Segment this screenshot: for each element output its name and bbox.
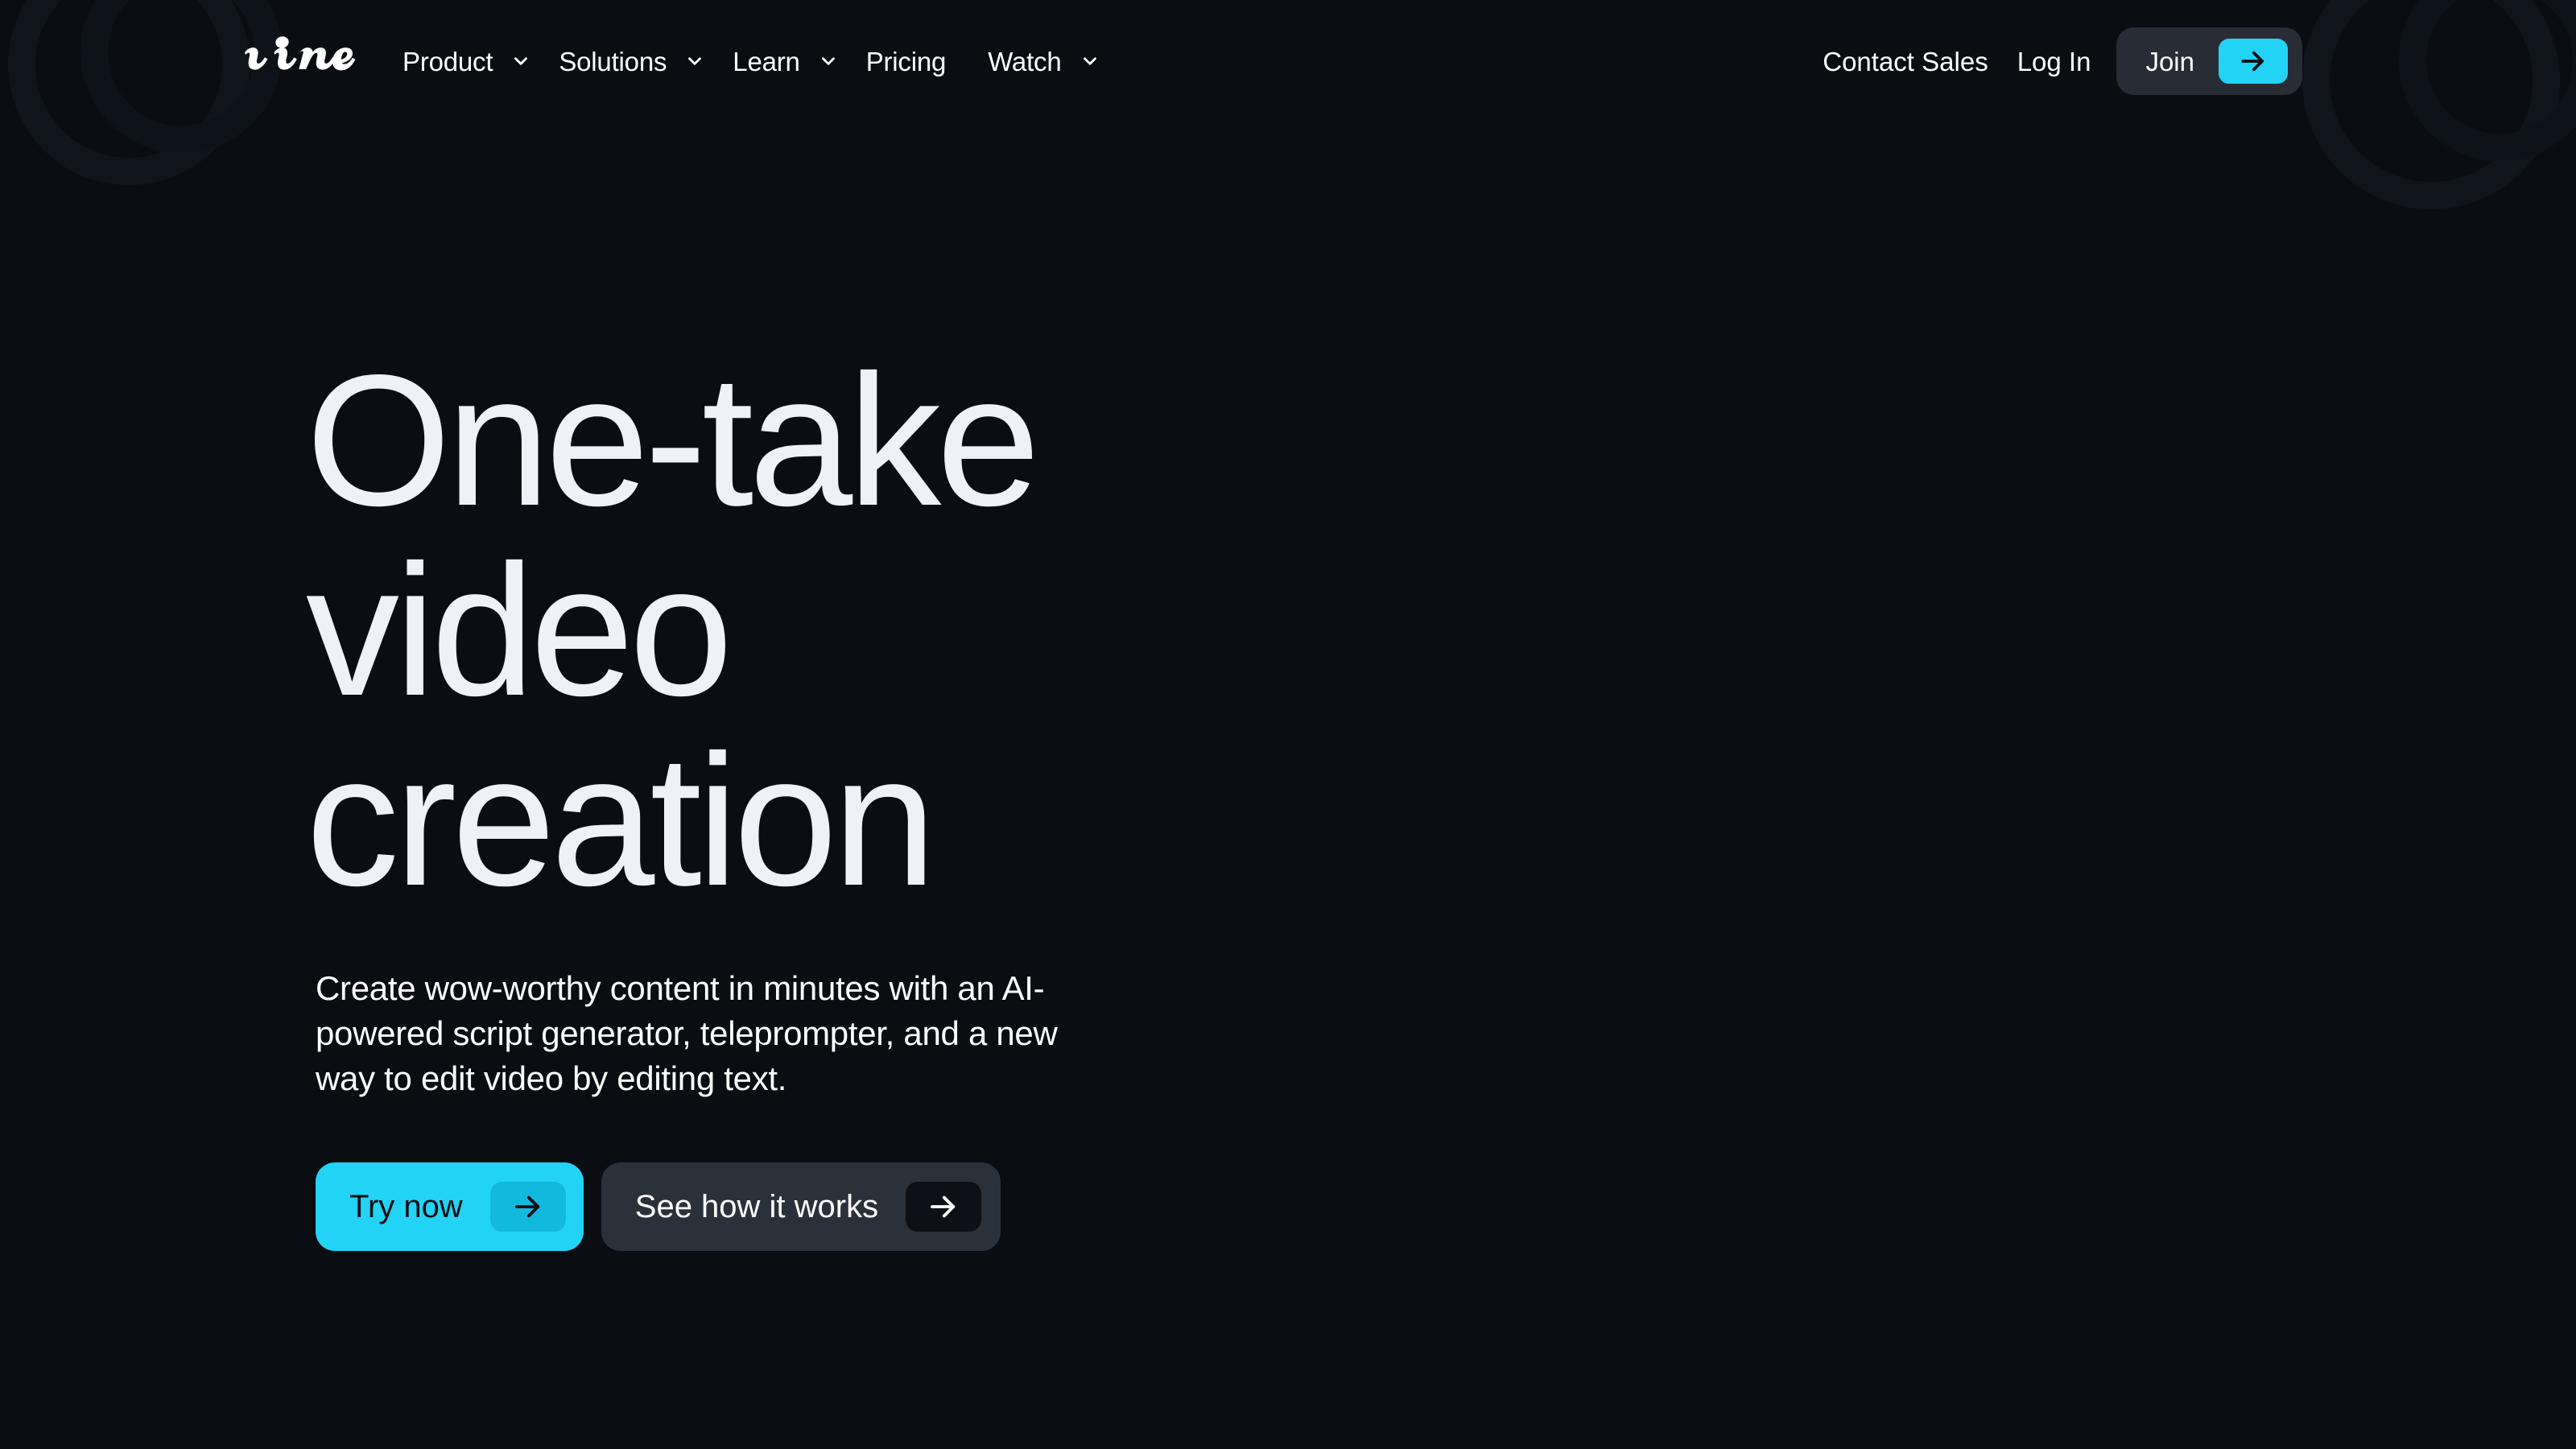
- primary-navigation: Product Solutions Learn Pricing Watch: [402, 0, 1128, 122]
- site-header: Product Solutions Learn Pricing Watch Co…: [0, 0, 2576, 122]
- hero-headline: One-take video creation: [306, 346, 1201, 916]
- chevron-down-icon: [1080, 51, 1100, 72]
- chevron-down-icon: [510, 51, 531, 72]
- nav-item-pricing[interactable]: Pricing: [866, 0, 988, 122]
- vimeo-logo[interactable]: [242, 31, 361, 77]
- see-how-it-works-button[interactable]: See how it works: [601, 1162, 1001, 1251]
- arrow-right-icon: [906, 1182, 982, 1232]
- vimeo-wordmark-icon: [242, 31, 361, 76]
- log-in-link[interactable]: Log In: [2017, 48, 2091, 75]
- nav-item-label: Learn: [733, 46, 800, 76]
- headline-line-1: One-take: [306, 336, 1040, 545]
- nav-item-solutions[interactable]: Solutions: [559, 0, 733, 122]
- page-root: Product Solutions Learn Pricing Watch Co…: [0, 0, 2576, 1449]
- try-now-button-label: Try now: [349, 1189, 463, 1224]
- nav-item-learn[interactable]: Learn: [733, 0, 865, 122]
- chevron-down-icon: [684, 51, 705, 72]
- join-button-label: Join: [2145, 46, 2194, 76]
- arrow-right-icon: [2219, 39, 2288, 84]
- chevron-down-icon: [818, 51, 839, 72]
- headline-line-2: video: [306, 526, 733, 735]
- nav-item-label: Solutions: [559, 46, 667, 76]
- join-button[interactable]: Join: [2116, 27, 2302, 95]
- hero-section: One-take video creation Create wow-worth…: [306, 346, 1201, 1251]
- header-actions: Contact Sales Log In Join: [1823, 0, 2576, 122]
- nav-item-watch[interactable]: Watch: [988, 0, 1127, 122]
- hero-subheading: Create wow-worthy content in minutes wit…: [316, 969, 1058, 1097]
- see-how-it-works-button-label: See how it works: [634, 1189, 879, 1224]
- nav-item-label: Product: [402, 46, 493, 76]
- nav-item-label: Watch: [988, 46, 1062, 76]
- nav-item-product[interactable]: Product: [402, 0, 559, 122]
- try-now-button[interactable]: Try now: [316, 1162, 584, 1251]
- hero-cta-row: Try now See how it works: [316, 1162, 1201, 1251]
- contact-sales-link[interactable]: Contact Sales: [1823, 48, 1988, 75]
- nav-item-label: Pricing: [865, 46, 947, 76]
- headline-line-3: creation: [306, 716, 936, 925]
- arrow-right-icon: [489, 1182, 566, 1232]
